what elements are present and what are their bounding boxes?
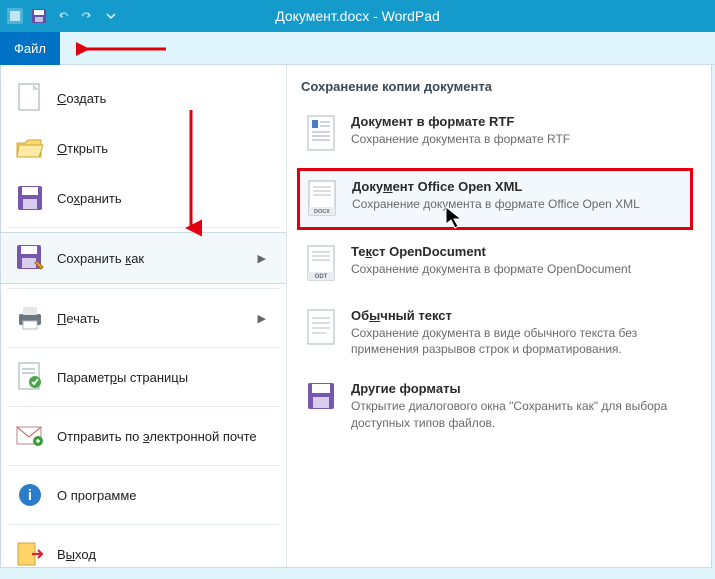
menu-label: О программе <box>57 488 272 503</box>
app-icon <box>6 7 24 25</box>
menu-about[interactable]: i О программе <box>1 470 286 520</box>
separator <box>7 347 280 348</box>
menu-label: ПечатьПечать <box>57 311 246 326</box>
option-title: Документ Office Open XMLДокумент Office … <box>352 179 684 194</box>
option-desc: Сохранение документа в формате Office Op… <box>352 196 684 212</box>
separator <box>7 406 280 407</box>
option-desc: Сохранение документа в виде обычного тек… <box>351 325 685 357</box>
separator <box>7 524 280 525</box>
save-icon[interactable] <box>30 7 48 25</box>
menu-open[interactable]: ОткрытьОткрыть <box>1 123 286 173</box>
info-icon: i <box>15 480 45 510</box>
menu-label: Отправить по электронной почтеОтправить … <box>57 429 272 444</box>
menu-label: ВыходВыход <box>57 547 272 562</box>
window-title: Документ.docx - WordPad <box>275 8 440 24</box>
separator <box>7 288 280 289</box>
chevron-right-icon: ▶ <box>258 312 272 325</box>
file-menu: ССоздатьоздать ОткрытьОткрыть СохранитьС… <box>1 65 287 567</box>
save-as-icon <box>15 243 45 273</box>
qat-dropdown-icon[interactable] <box>102 7 120 25</box>
menu-save[interactable]: СохранитьСохранить <box>1 173 286 223</box>
option-title: Обычный текстОбычный текст <box>351 308 685 323</box>
separator <box>7 227 280 228</box>
redo-icon[interactable] <box>78 7 96 25</box>
menu-page-setup[interactable]: Параметры страницыПараметры страницы <box>1 352 286 402</box>
rtf-document-icon <box>305 114 339 154</box>
undo-icon[interactable] <box>54 7 72 25</box>
docx-document-icon: DOCX <box>306 179 340 219</box>
option-other[interactable]: Другие форматыДругие форматы Открытие ди… <box>297 371 693 440</box>
menu-label: Параметры страницыПараметры страницы <box>57 370 272 385</box>
save-other-icon <box>305 381 339 421</box>
menu-exit[interactable]: ВыходВыход <box>1 529 286 579</box>
printer-icon <box>15 303 45 333</box>
titlebar: Документ.docx - WordPad <box>0 0 715 32</box>
ribbon: Файл <box>0 32 715 65</box>
email-icon <box>15 421 45 451</box>
menu-send-email[interactable]: Отправить по электронной почтеОтправить … <box>1 411 286 461</box>
save-as-panel: Сохранение копии документа Документ в фо… <box>287 65 711 567</box>
option-desc: Сохранение документа в формате RTF <box>351 131 685 147</box>
plain-text-icon <box>305 308 339 348</box>
file-tab-label: Файл <box>14 41 46 56</box>
backstage-panel: ССоздатьоздать ОткрытьОткрыть СохранитьС… <box>0 65 712 568</box>
quick-access-toolbar <box>6 7 120 25</box>
option-ooxml[interactable]: DOCX Документ Office Open XMLДокумент Of… <box>297 168 693 230</box>
page-setup-icon <box>15 362 45 392</box>
option-desc: Сохранение документа в формате OpenDocum… <box>351 261 685 277</box>
chevron-right-icon: ▶ <box>258 252 272 265</box>
menu-label: ОткрытьОткрыть <box>57 141 272 156</box>
panel-title: Сохранение копии документа <box>297 79 693 94</box>
separator <box>7 465 280 466</box>
save-disk-icon <box>15 183 45 213</box>
svg-text:i: i <box>28 487 32 504</box>
menu-save-as[interactable]: Сохранить какСохранить как ▶ <box>1 232 286 284</box>
exit-icon <box>15 539 45 569</box>
option-title: Текст OpenDocumentТекст OpenDocument <box>351 244 685 259</box>
file-tab[interactable]: Файл <box>0 32 60 65</box>
option-title: Другие форматыДругие форматы <box>351 381 685 396</box>
folder-open-icon <box>15 133 45 163</box>
menu-label: ССоздатьоздать <box>57 91 272 106</box>
option-odt[interactable]: ODT Текст OpenDocumentТекст OpenDocument… <box>297 234 693 294</box>
option-desc: Открытие диалогового окна "Сохранить как… <box>351 398 685 430</box>
menu-label: СохранитьСохранить <box>57 191 272 206</box>
option-title: Документ в формате RTF <box>351 114 685 129</box>
svg-text:ODT: ODT <box>315 274 328 280</box>
menu-create[interactable]: ССоздатьоздать <box>1 73 286 123</box>
menu-label: Сохранить какСохранить как <box>57 251 246 266</box>
odt-document-icon: ODT <box>305 244 339 284</box>
menu-print[interactable]: ПечатьПечать ▶ <box>1 293 286 343</box>
svg-text:DOCX: DOCX <box>314 209 330 215</box>
new-document-icon <box>15 83 45 113</box>
option-plain[interactable]: Обычный текстОбычный текст Сохранение до… <box>297 298 693 367</box>
option-rtf[interactable]: Документ в формате RTF Сохранение докуме… <box>297 104 693 164</box>
